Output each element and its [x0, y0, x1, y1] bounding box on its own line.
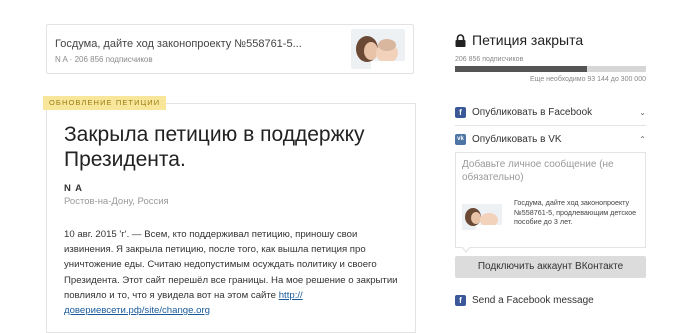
- signature-progress-bar: [455, 66, 646, 72]
- chevron-down-icon: ⌄: [639, 108, 646, 117]
- update-title: Закрыла петицию в поддержку Президента.: [64, 123, 365, 171]
- vk-icon: vk: [455, 133, 466, 145]
- update-body: 10 авг. 2015 'г'. — Всем, кто поддержива…: [64, 227, 409, 318]
- update-location: Ростов-на-Дону, Россия: [64, 196, 169, 207]
- share-facebook-label: Опубликовать в Facebook: [472, 107, 593, 118]
- chevron-up-icon: ⌃: [639, 134, 646, 144]
- share-vk-label: Опубликовать в VK: [472, 133, 562, 145]
- petition-summary-card[interactable]: Госдума, дайте ход законопроекту №558761…: [46, 24, 414, 74]
- petition-closed-heading: Петиция закрыта: [455, 32, 583, 48]
- facebook-icon: f: [455, 107, 466, 118]
- vk-preview-text: Госдума, дайте ход законопроекту №558761…: [514, 198, 637, 227]
- signature-count: 206 856 подписчиков: [455, 56, 524, 63]
- signatures-needed: Еще необходимо 93 144 до 300 000: [529, 76, 646, 83]
- share-facebook-row[interactable]: f Опубликовать в Facebook ⌄: [455, 100, 646, 126]
- send-facebook-message-label: Send a Facebook message: [472, 294, 594, 306]
- share-vk-row[interactable]: vk Опубликовать в VK ⌃: [455, 126, 646, 152]
- update-tag: ОБНОВЛЕНИЕ ПЕТИЦИИ: [43, 96, 167, 110]
- send-facebook-message-row[interactable]: f Send a Facebook message: [455, 290, 646, 310]
- update-author: N A: [64, 183, 84, 194]
- update-body-text: 10 авг. 2015 'г'. — Всем, кто поддержива…: [64, 229, 398, 301]
- facebook-icon: f: [455, 294, 466, 306]
- vk-preview-thumbnail: [462, 204, 502, 230]
- connect-vk-button[interactable]: Подключить аккаунт ВКонтакте: [455, 256, 646, 278]
- petition-thumbnail: [351, 29, 405, 69]
- vk-panel-pointer-inner: [462, 246, 470, 251]
- petition-closed-label: Петиция закрыта: [472, 32, 584, 48]
- signature-progress-fill: [455, 66, 587, 72]
- petition-meta: N A · 206 856 подписчиков: [55, 55, 153, 64]
- vk-message-input[interactable]: Добавьте личное сообщение (не обязательн…: [462, 158, 640, 184]
- vk-message-panel: Добавьте личное сообщение (не обязательн…: [455, 152, 646, 248]
- petition-title[interactable]: Госдума, дайте ход законопроекту №558761…: [55, 38, 302, 50]
- vk-link-preview: Госдума, дайте ход законопроекту №558761…: [462, 198, 642, 242]
- lock-icon: [455, 33, 466, 47]
